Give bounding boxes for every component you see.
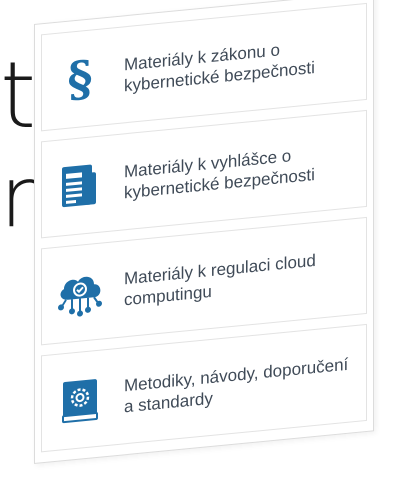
menu-item-label: Materiály k regulaci cloud computingu	[124, 250, 316, 309]
menu-item-label: Metodiky, návody, doporučení a standardy	[124, 354, 349, 416]
menu-item-methodologies[interactable]: Metodiky, návody, doporučení a standardy	[41, 323, 367, 453]
document-icon	[56, 160, 104, 213]
paragraph-icon: §	[67, 49, 93, 109]
menu-item-label: Materiály k zákonu o kybernetické bezpeč…	[124, 39, 315, 95]
materials-menu-card: § Materiály k zákonu o kybernetické bezp…	[34, 0, 374, 465]
menu-item-cloud-regulation[interactable]: Materiály k regulaci cloud computingu	[41, 216, 367, 346]
gear-book-icon	[56, 374, 104, 427]
cloud-network-icon	[56, 267, 104, 320]
background-text-fragment: t	[0, 42, 37, 149]
menu-item-law-materials[interactable]: § Materiály k zákonu o kybernetické bezp…	[41, 2, 367, 132]
menu-item-decree-materials[interactable]: Materiály k vyhlášce o kybernetické bezp…	[41, 109, 367, 239]
menu-item-label: Materiály k vyhlášce o kybernetické bezp…	[124, 145, 315, 202]
